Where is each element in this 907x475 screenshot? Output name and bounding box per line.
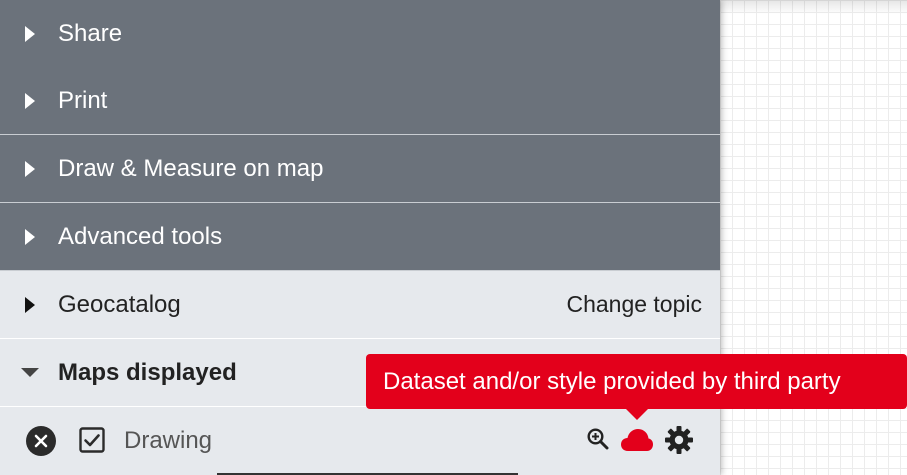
menu-item-draw-measure[interactable]: Draw & Measure on map	[0, 135, 720, 203]
menu-item-advanced-tools[interactable]: Advanced tools	[0, 203, 720, 271]
tooltip-text: Dataset and/or style provided by third p…	[383, 367, 841, 395]
tooltip-arrow	[625, 408, 649, 420]
caret-right-icon	[0, 92, 58, 109]
close-circle-icon[interactable]	[26, 426, 56, 456]
layer-row-drawing: Drawing	[0, 407, 720, 475]
gear-icon[interactable]	[664, 425, 694, 460]
menu-item-label: Share	[58, 19, 123, 47]
layer-name: Drawing	[124, 427, 213, 454]
caret-right-icon	[0, 25, 58, 42]
zoom-in-icon[interactable]	[587, 428, 609, 455]
layer-visibility-checkbox[interactable]	[79, 427, 105, 453]
menu-item-print[interactable]: Print	[0, 67, 720, 135]
menu-item-label: Print	[58, 86, 108, 114]
menu-item-share[interactable]: Share	[0, 0, 720, 68]
change-topic-button[interactable]: Change topic	[566, 291, 720, 318]
third-party-tooltip: Dataset and/or style provided by third p…	[366, 354, 907, 409]
caret-right-icon	[0, 228, 58, 245]
cloud-icon[interactable]	[620, 427, 654, 458]
menu-item-label: Draw & Measure on map	[58, 154, 324, 182]
caret-right-icon	[0, 160, 58, 177]
menu-item-label: Advanced tools	[58, 222, 223, 250]
geocatalog-header[interactable]: Geocatalog Change topic	[0, 271, 720, 339]
caret-down-icon	[0, 367, 58, 378]
geocatalog-label: Geocatalog	[58, 290, 181, 318]
caret-right-icon	[0, 296, 58, 313]
